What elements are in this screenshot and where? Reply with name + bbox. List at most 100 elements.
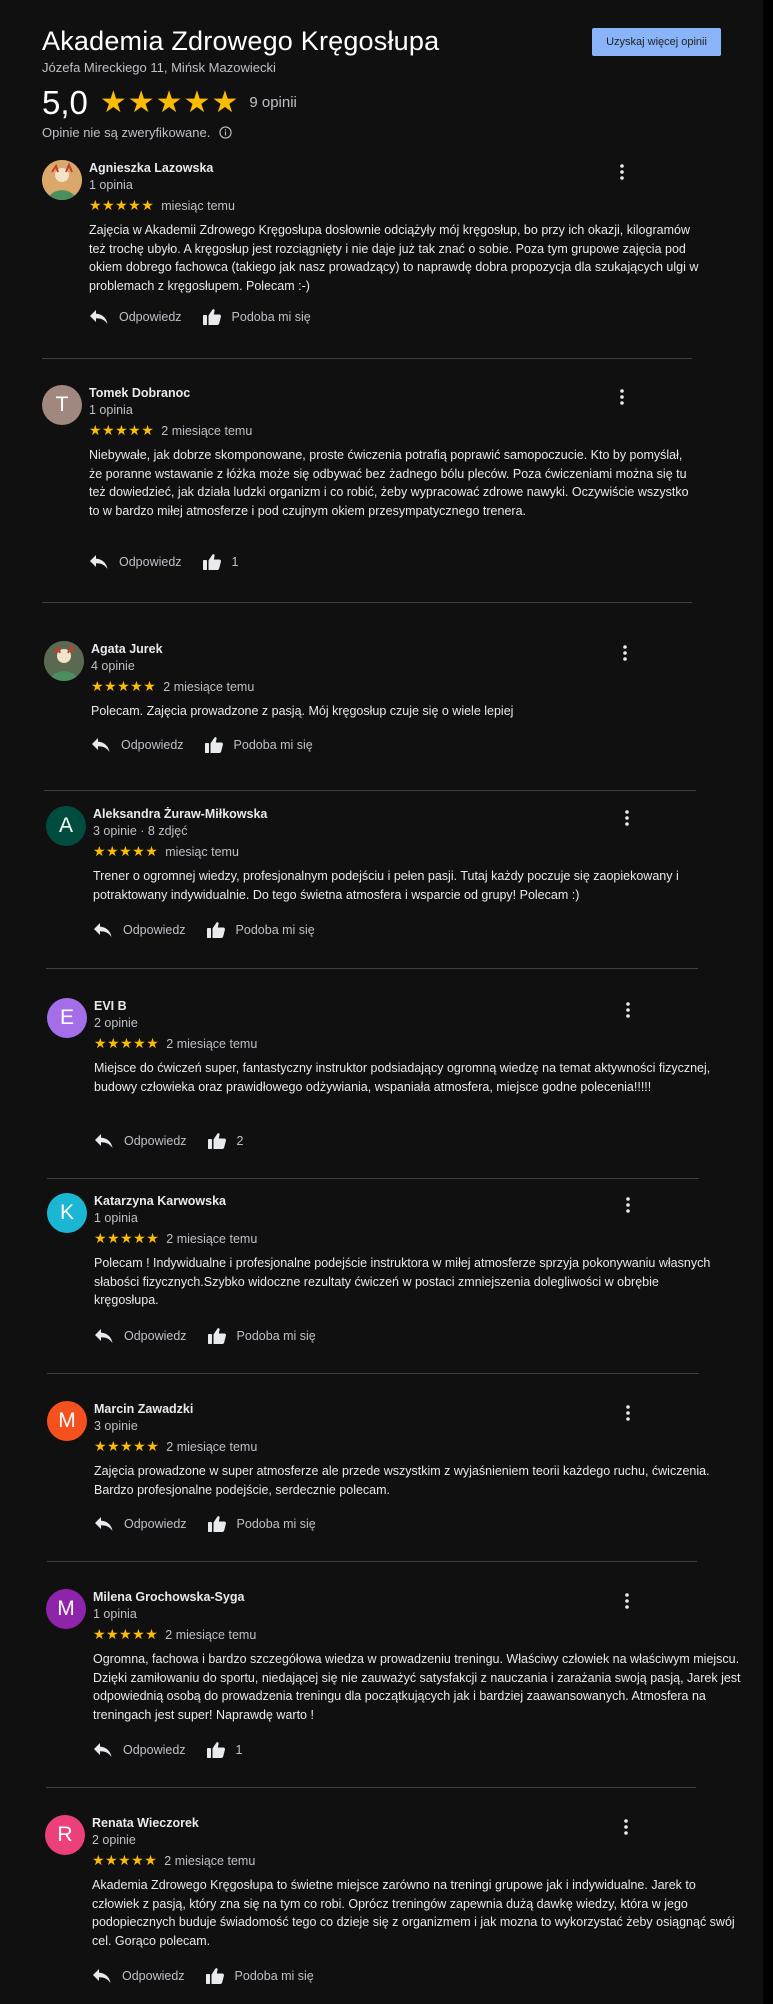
reviewer-name[interactable]: Agata Jurek — [91, 642, 163, 656]
thumbs-up-icon — [202, 554, 221, 570]
reply-label: Odpowiedz — [119, 310, 182, 324]
review-rating: ★★★★★ miesiąc temu — [93, 843, 239, 860]
more-options-button[interactable] — [616, 643, 634, 663]
more-options-icon — [625, 1593, 629, 1609]
review-actions: Odpowiedz 1 — [93, 1741, 243, 1759]
more-options-button[interactable] — [613, 162, 631, 182]
reply-icon — [93, 1969, 111, 1983]
avatar[interactable] — [44, 641, 84, 681]
reviewer-name[interactable]: Marcin Zawadzki — [94, 1402, 193, 1416]
like-label: Podoba mi się — [234, 1969, 314, 1983]
rating-summary: 5,0 ★★★★★ 9 opinii — [42, 86, 297, 119]
more-options-button[interactable] — [619, 1403, 637, 1423]
verification-note: Opinie nie są zweryfikowane. — [42, 125, 232, 140]
like-button[interactable]: 1 — [202, 553, 239, 571]
avatar-photo-icon — [42, 160, 82, 200]
avatar[interactable]: M — [47, 1401, 87, 1441]
review-divider — [44, 790, 696, 791]
thumbs-up-icon — [206, 1742, 225, 1758]
rating-value: 5,0 — [42, 84, 88, 121]
avatar-initial: E — [59, 1006, 74, 1029]
more-options-button[interactable] — [618, 808, 636, 828]
reply-label: Odpowiedz — [123, 923, 186, 937]
avatar-initial: A — [58, 814, 73, 837]
reviewer-name[interactable]: Renata Wieczorek — [92, 1816, 199, 1830]
reply-button[interactable]: Odpowiedz — [92, 1968, 185, 1984]
avatar-initial: M — [57, 1597, 75, 1620]
review-date: 2 miesiące temu — [163, 679, 255, 694]
like-button[interactable]: Podoba mi się — [202, 308, 311, 326]
review-stars: ★★★★★ — [89, 197, 155, 213]
info-icon[interactable] — [219, 126, 232, 139]
review-date: 2 miesiące temu — [164, 1853, 256, 1868]
review-count: 9 opinii — [249, 94, 297, 111]
avatar[interactable] — [42, 160, 82, 200]
reviewer-meta: 2 opinie — [94, 1016, 138, 1030]
review-divider — [42, 602, 692, 603]
like-button[interactable]: Podoba mi się — [207, 1327, 316, 1345]
reply-button[interactable]: Odpowiedz — [94, 1133, 187, 1149]
reply-label: Odpowiedz — [119, 555, 182, 569]
reviewer-name[interactable]: Aleksandra Żuraw-Miłkowska — [93, 807, 267, 821]
like-label: Podoba mi się — [233, 738, 313, 752]
more-options-icon — [623, 645, 627, 661]
reply-icon — [94, 1743, 112, 1757]
review-actions: Odpowiedz 1 — [89, 553, 239, 571]
reply-button[interactable]: Odpowiedz — [94, 1516, 187, 1532]
review-text: Trener o ogromnej wiedzy, profesjonalnym… — [93, 869, 679, 902]
reviewer-name[interactable]: EVI B — [94, 999, 127, 1013]
like-button[interactable]: 1 — [206, 1741, 243, 1759]
reply-button[interactable]: Odpowiedz — [89, 309, 182, 325]
more-options-button[interactable] — [619, 1195, 637, 1215]
reply-button[interactable]: Odpowiedz — [91, 737, 184, 753]
reply-label: Odpowiedz — [124, 1329, 187, 1343]
like-button[interactable]: Podoba mi się — [206, 921, 315, 939]
like-label: 1 — [231, 555, 239, 569]
review-actions: Odpowiedz Podoba mi się — [94, 1327, 316, 1345]
reviewer-name[interactable]: Milena Grochowska-Syga — [93, 1590, 244, 1604]
reviewer-name[interactable]: Katarzyna Karwowska — [94, 1194, 226, 1208]
review-stars: ★★★★★ — [94, 1035, 160, 1051]
like-button[interactable]: Podoba mi się — [205, 1967, 314, 1985]
more-options-button[interactable] — [618, 1591, 636, 1611]
more-options-icon — [624, 1819, 628, 1835]
avatar-initial: M — [58, 1409, 76, 1432]
reply-button[interactable]: Odpowiedz — [94, 1328, 187, 1344]
review-date: 2 miesiące temu — [165, 1627, 257, 1642]
more-options-button[interactable] — [617, 1817, 635, 1837]
reply-button[interactable]: Odpowiedz — [93, 922, 186, 938]
get-more-reviews-button[interactable]: Uzyskaj więcej opinii — [592, 28, 721, 56]
like-label: 2 — [236, 1134, 244, 1148]
verification-text: Opinie nie są zweryfikowane. — [42, 125, 211, 140]
avatar[interactable]: K — [47, 1193, 87, 1233]
review-text: Zajęcia w Akademii Zdrowego Kręgosłupa d… — [89, 223, 699, 293]
more-options-button[interactable] — [613, 387, 631, 407]
rating-stars: ★★★★★ — [99, 85, 240, 119]
avatar[interactable]: A — [46, 806, 86, 846]
like-button[interactable]: Podoba mi się — [207, 1515, 316, 1533]
more-options-button[interactable] — [619, 1000, 637, 1020]
review-text: Polecam ! Indywidualne i profesjonalne p… — [94, 1256, 711, 1307]
review-rating: ★★★★★ 2 miesiące temu — [89, 422, 252, 439]
review-actions: Odpowiedz Podoba mi się — [89, 308, 311, 326]
review-stars: ★★★★★ — [94, 1438, 160, 1454]
reviewer-name[interactable]: Agnieszka Lazowska — [89, 161, 213, 175]
reply-icon — [90, 555, 108, 569]
review-text: Zajęcia prowadzone w super atmosferze al… — [94, 1464, 710, 1497]
review-actions: Odpowiedz Podoba mi się — [93, 921, 315, 939]
scrollbar[interactable] — [763, 0, 773, 2004]
like-button[interactable]: Podoba mi się — [204, 736, 313, 754]
review-rating: ★★★★★ 2 miesiące temu — [94, 1438, 257, 1455]
avatar[interactable]: R — [45, 1815, 85, 1855]
avatar[interactable]: E — [47, 998, 87, 1038]
review-rating: ★★★★★ 2 miesiące temu — [94, 1230, 257, 1247]
like-button[interactable]: 2 — [207, 1132, 244, 1150]
more-options-icon — [620, 164, 624, 180]
reply-button[interactable]: Odpowiedz — [89, 554, 182, 570]
reply-button[interactable]: Odpowiedz — [93, 1742, 186, 1758]
avatar[interactable]: M — [46, 1589, 86, 1629]
reviewer-name[interactable]: Tomek Dobranoc — [89, 386, 190, 400]
review-divider — [47, 1178, 699, 1179]
avatar[interactable]: T — [42, 385, 82, 425]
review-date: miesiąc temu — [161, 198, 235, 213]
